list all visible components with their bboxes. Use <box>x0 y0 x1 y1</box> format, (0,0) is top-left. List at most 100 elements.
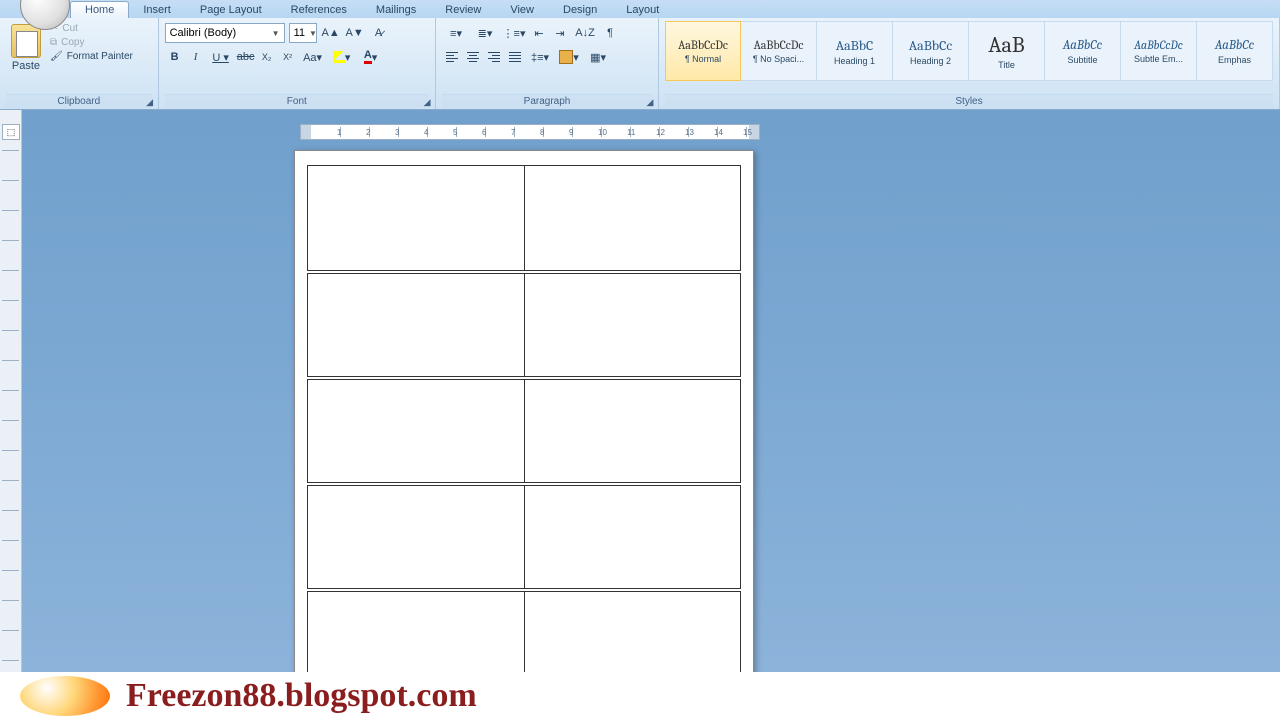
numbering-button[interactable]: ≣▾ <box>471 23 499 43</box>
vertical-ruler <box>0 110 22 720</box>
copy-label: Copy <box>61 37 84 48</box>
shading-icon <box>559 50 573 64</box>
tab-insert[interactable]: Insert <box>129 2 186 18</box>
style-sample: AaBbCc <box>1215 38 1254 53</box>
font-launcher[interactable]: ◢ <box>421 96 433 108</box>
copy-button: ⧉ Copy <box>50 37 133 48</box>
table-cell[interactable] <box>308 166 525 272</box>
shrink-font-button[interactable]: A▼ <box>345 23 365 43</box>
table-row <box>308 484 741 590</box>
group-label-font: Font <box>165 94 429 108</box>
table-cell[interactable] <box>308 484 525 590</box>
document-table[interactable] <box>307 165 741 696</box>
group-label-clipboard: Clipboard <box>6 94 152 108</box>
style-sample: AaBbCcDc <box>754 38 804 52</box>
underline-button[interactable]: U ▾ <box>207 47 235 67</box>
style-item--no-spaci-[interactable]: AaBbCcDc ¶ No Spaci... <box>741 21 817 81</box>
tab-layout[interactable]: Layout <box>612 2 674 18</box>
superscript-button[interactable]: X <box>278 47 298 67</box>
style-name: Heading 1 <box>821 56 889 66</box>
font-size-select[interactable]: 11 ▼ <box>289 23 317 43</box>
style-item-subtle-em-[interactable]: AaBbCcDc Subtle Em... <box>1121 21 1197 81</box>
tab-references[interactable]: References <box>277 2 362 18</box>
style-name: ¶ No Spaci... <box>745 54 813 64</box>
tab-design[interactable]: Design <box>549 2 612 18</box>
italic-button[interactable]: I <box>186 47 206 67</box>
format-painter-label: Format Painter <box>67 51 133 62</box>
line-spacing-button[interactable]: ‡≡▾ <box>526 47 554 67</box>
tab-page-layout[interactable]: Page Layout <box>186 2 277 18</box>
styles-gallery[interactable]: AaBbCcDc¶ NormalAaBbCcDc¶ No Spaci...AaB… <box>665 21 1273 81</box>
tab-mailings[interactable]: Mailings <box>362 2 431 18</box>
table-cell[interactable] <box>524 166 741 272</box>
style-item-subtitle[interactable]: AaBbCcSubtitle <box>1045 21 1121 81</box>
style-name: Subtle Em... <box>1125 54 1193 64</box>
strikethrough-button[interactable]: abc <box>236 47 256 67</box>
bold-button[interactable]: B <box>165 47 185 67</box>
document-canvas[interactable]: 123456789101112131415 <box>22 110 1280 720</box>
chevron-down-icon: ▼ <box>272 29 280 38</box>
style-sample: AaBbC <box>836 37 874 54</box>
table-row <box>308 378 741 484</box>
style-name: Title <box>973 60 1041 70</box>
style-name: Subtitle <box>1049 55 1117 65</box>
style-sample: AaBbCc <box>909 37 953 54</box>
watermark-banner: Freezon88.blogspot.com <box>0 672 1280 720</box>
highlight-icon <box>333 51 345 63</box>
clipboard-launcher[interactable]: ◢ <box>144 96 156 108</box>
bullets-button[interactable]: ≡▾ <box>442 23 470 43</box>
tab-view[interactable]: View <box>496 2 549 18</box>
format-painter-button[interactable]: 🖌 Format Painter <box>50 51 133 62</box>
style-item-heading-1[interactable]: AaBbC Heading 1 <box>817 21 893 81</box>
font-name-value: Calibri (Body) <box>170 27 237 39</box>
align-center-button[interactable] <box>463 47 483 67</box>
tab-home[interactable]: Home <box>70 1 129 18</box>
font-name-select[interactable]: Calibri (Body) ▼ <box>165 23 285 43</box>
decrease-indent-button[interactable]: ⇤ <box>529 23 549 43</box>
paragraph-launcher[interactable]: ◢ <box>644 96 656 108</box>
change-case-button[interactable]: Aa▾ <box>299 47 327 67</box>
table-cell[interactable] <box>524 378 741 484</box>
horizontal-ruler[interactable]: 123456789101112131415 <box>300 124 760 140</box>
style-item-heading-2[interactable]: AaBbCcHeading 2 <box>893 21 969 81</box>
style-sample: AaB <box>988 32 1024 58</box>
style-sample: AaBbCcDc <box>1134 38 1183 52</box>
workspace: ⬚ 123456789101112131415 <box>0 110 1280 720</box>
cut-button: ✂ Cut <box>50 23 133 34</box>
style-item--normal[interactable]: AaBbCcDc ¶ Normal <box>665 21 741 81</box>
tab-review[interactable]: Review <box>431 2 496 18</box>
shading-button[interactable]: ▾ <box>555 47 583 67</box>
table-cell[interactable] <box>308 378 525 484</box>
justify-button[interactable] <box>505 47 525 67</box>
highlight-button[interactable]: ▾ <box>328 47 356 67</box>
style-item-title[interactable]: AaB Title <box>969 21 1045 81</box>
watermark-logo-icon <box>20 676 110 716</box>
multilevel-list-button[interactable]: ⋮≡▾ <box>500 23 528 43</box>
increase-indent-button[interactable]: ⇥ <box>550 23 570 43</box>
group-label-paragraph: Paragraph <box>442 94 652 108</box>
font-color-button[interactable]: A▾ <box>357 47 385 67</box>
table-row <box>308 272 741 378</box>
ribbon-tabs: Home Insert Page Layout References Maili… <box>0 0 1280 18</box>
table-cell[interactable] <box>524 272 741 378</box>
style-item-emphas[interactable]: AaBbCc Emphas <box>1197 21 1273 81</box>
align-left-button[interactable] <box>442 47 462 67</box>
show-marks-button[interactable]: ¶ <box>600 23 620 43</box>
borders-button[interactable]: ▦▾ <box>584 47 612 67</box>
style-name: Emphas <box>1201 55 1269 65</box>
style-name: ¶ Normal <box>669 54 737 64</box>
document-page[interactable] <box>294 150 754 720</box>
sort-button[interactable]: A↓Z <box>571 23 599 43</box>
table-select-tool[interactable]: ⬚ <box>2 124 20 140</box>
group-label-styles: Styles <box>665 94 1273 108</box>
copy-icon: ⧉ <box>50 37 57 48</box>
style-sample: AaBbCcDc <box>678 38 728 52</box>
table-row <box>308 166 741 272</box>
table-cell[interactable] <box>308 272 525 378</box>
clear-formatting-button[interactable]: A̷ <box>369 23 389 43</box>
align-right-button[interactable] <box>484 47 504 67</box>
font-size-value: 11 <box>294 27 305 39</box>
subscript-button[interactable]: X <box>257 47 277 67</box>
table-cell[interactable] <box>524 484 741 590</box>
grow-font-button[interactable]: A▲ <box>321 23 341 43</box>
